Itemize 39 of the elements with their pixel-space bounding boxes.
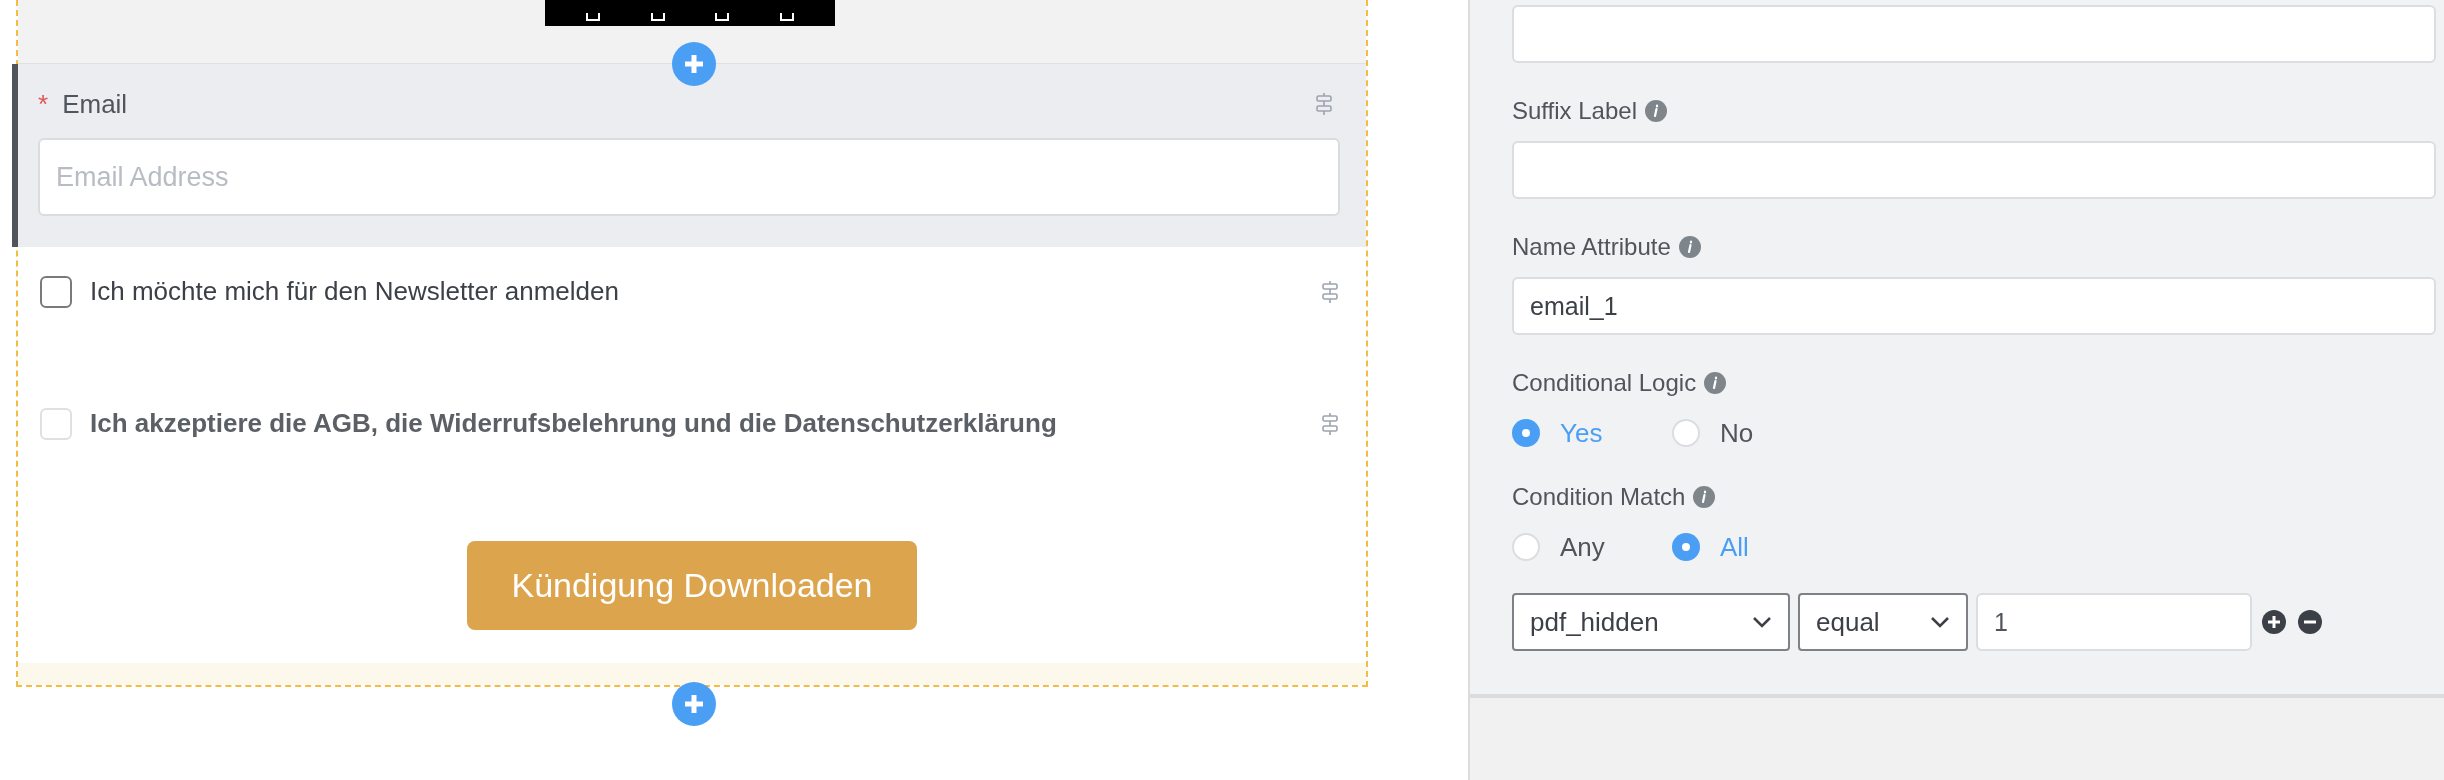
- add-icon[interactable]: [2262, 610, 2286, 634]
- remove-icon[interactable]: [2298, 610, 2322, 634]
- radio-button[interactable]: [1512, 419, 1540, 447]
- toolbar-icon[interactable]: [650, 13, 665, 21]
- add-field-icon[interactable]: [672, 42, 716, 86]
- info-icon[interactable]: [1645, 100, 1667, 122]
- selected-field-panel[interactable]: * Email Email Address: [12, 64, 1366, 247]
- checkbox-label: Ich akzeptiere die AGB, die Widerrufsbelehrung und die Datenschutzerklärung: [90, 407, 1057, 440]
- toolbar-icon[interactable]: [715, 13, 730, 21]
- setting-label: Conditional Logic: [1512, 368, 1697, 398]
- text-input-field[interactable]: [1512, 5, 2436, 63]
- dropdown[interactable]: equal: [1798, 593, 1968, 651]
- chevron-down-icon: [1752, 616, 1772, 628]
- radio-label: No: [1720, 416, 1754, 450]
- checkbox-label: Ich möchte mich für den Newsletter anmelden: [90, 275, 619, 308]
- text-input-field[interactable]: email_1: [1512, 277, 2436, 335]
- radio-label: All: [1720, 530, 1749, 564]
- chevron-down-icon: [1930, 616, 1950, 628]
- setting-label: Suffix Label: [1512, 96, 1637, 126]
- info-icon[interactable]: [1678, 236, 1701, 258]
- text-input-field[interactable]: [1512, 141, 2436, 199]
- value-input-field[interactable]: 1: [1976, 593, 2252, 651]
- dropdown[interactable]: pdf_hidden: [1512, 593, 1790, 651]
- field-label: Email: [62, 87, 128, 121]
- add-field-icon[interactable]: [672, 682, 716, 726]
- info-icon[interactable]: [1693, 486, 1716, 508]
- radio-button[interactable]: [1672, 533, 1700, 561]
- toolbar-icon[interactable]: [779, 13, 794, 21]
- email-input-field[interactable]: Email Address: [38, 138, 1340, 216]
- radio-label: Any: [1560, 530, 1605, 564]
- setting-label: Name Attribute: [1512, 232, 1671, 262]
- toolbar-icon[interactable]: [586, 13, 601, 21]
- radio-button[interactable]: [1512, 533, 1540, 561]
- radio-button[interactable]: [1672, 419, 1700, 447]
- checkbox[interactable]: [40, 275, 72, 308]
- setting-label: Condition Match: [1512, 482, 1686, 512]
- required-mark: *: [38, 87, 49, 121]
- info-icon[interactable]: [1704, 372, 1727, 394]
- radio-label: Yes: [1560, 416, 1603, 450]
